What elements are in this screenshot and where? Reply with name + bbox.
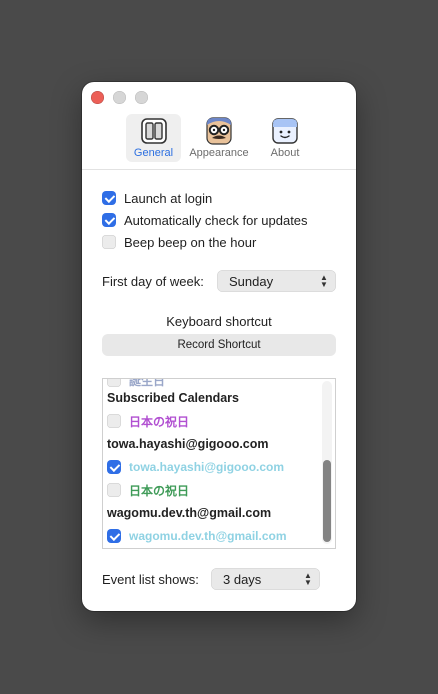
window-controls [91,91,148,104]
event-list-value: 3 days [223,571,262,587]
calendar-checkbox[interactable] [107,414,121,428]
list-item[interactable]: 誕生日 [107,378,166,389]
calendar-checkbox[interactable] [107,529,121,543]
preferences-toolbar: General Appearance About [82,114,356,170]
tab-appearance[interactable]: Appearance [185,114,253,162]
calendar-group-header: towa.hayashi@gigooo.com [107,437,269,451]
zoom-button[interactable] [135,91,148,104]
keyboard-shortcut-title: Keyboard shortcut [166,314,272,329]
beep-hour-option[interactable]: Beep beep on the hour [102,233,256,251]
calendar-checkbox[interactable] [107,460,121,474]
preferences-window: General Appearance About Launch at login… [82,82,356,611]
calendar-name: wagomu.dev.th@gmail.com [129,529,287,543]
list-item[interactable]: 日本の祝日 [107,412,189,430]
list-item[interactable]: 日本の祝日 [107,481,189,499]
general-icon [140,117,168,145]
first-day-select[interactable]: Sunday ▲ ▼ [217,270,336,292]
launch-at-login-label: Launch at login [124,190,213,206]
chevron-updown-icon: ▲ ▼ [304,571,312,587]
calendar-list[interactable]: 誕生日 Subscribed Calendars 日本の祝日 towa.haya… [102,378,336,549]
first-day-value: Sunday [229,273,274,289]
calendar-list-scrollbar[interactable] [322,381,332,544]
record-shortcut-button[interactable]: Record Shortcut [102,334,336,356]
launch-at-login-option[interactable]: Launch at login [102,189,212,207]
calendar-checkbox[interactable] [107,379,121,387]
calendar-name: 誕生日 [129,378,166,388]
first-day-label: First day of week: [102,274,204,289]
tab-general[interactable]: General [126,114,181,162]
tab-about[interactable]: About [263,114,307,162]
tab-appearance-label: Appearance [189,147,249,159]
calendar-name: towa.hayashi@gigooo.com [129,460,285,474]
event-list-label: Event list shows: [102,572,199,587]
calendar-name: 日本の祝日 [129,414,190,429]
close-button[interactable] [91,91,104,104]
tab-about-label: About [270,147,300,159]
calendar-group-header: Subscribed Calendars [107,391,239,405]
launch-at-login-checkbox[interactable] [102,191,116,205]
beep-hour-label: Beep beep on the hour [124,234,257,250]
check-updates-checkbox[interactable] [102,213,116,227]
list-item[interactable]: wagomu.dev.th@gmail.com [107,527,287,545]
event-list-select[interactable]: 3 days ▲ ▼ [211,568,320,590]
calendar-name: 日本の祝日 [129,483,190,498]
check-updates-option[interactable]: Automatically check for updates [102,211,308,229]
minimize-button[interactable] [113,91,126,104]
check-updates-label: Automatically check for updates [124,212,308,228]
about-icon [271,117,299,145]
list-item[interactable]: towa.hayashi@gigooo.com [107,458,284,476]
calendar-group-header: wagomu.dev.th@gmail.com [107,506,272,520]
calendar-checkbox[interactable] [107,483,121,497]
appearance-icon [205,117,233,145]
beep-hour-checkbox[interactable] [102,235,116,249]
tab-general-label: General [133,147,174,159]
toolbar-divider [82,169,356,170]
scrollbar-thumb[interactable] [323,460,331,542]
chevron-updown-icon: ▲ ▼ [320,273,328,289]
